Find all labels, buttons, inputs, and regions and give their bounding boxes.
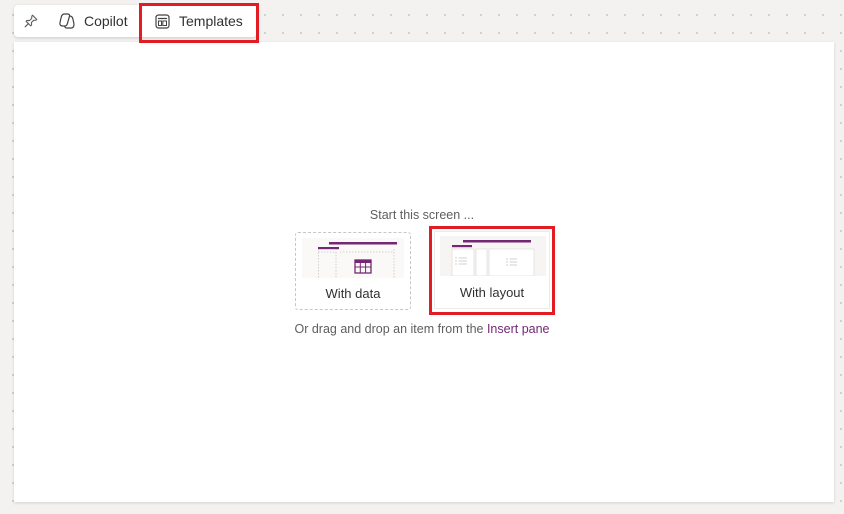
templates-button[interactable]: Templates [154,9,243,33]
insert-pane-link[interactable]: Insert pane [487,322,550,336]
with-data-thumbnail [302,238,404,278]
screen-canvas[interactable] [14,42,834,502]
copilot-icon [58,12,76,30]
with-layout-card[interactable]: With layout [434,231,550,309]
templates-label: Templates [179,13,243,29]
pin-icon[interactable] [22,12,40,30]
canvas-toolbar: Copilot Templates [14,5,257,37]
templates-icon [154,13,171,30]
insert-pane-hint: Or drag and drop an item from the Insert… [0,322,844,336]
copilot-button[interactable]: Copilot [58,9,128,33]
with-data-label: With data [325,286,381,301]
with-layout-label: With layout [459,285,525,300]
copilot-label: Copilot [84,13,128,29]
with-data-card[interactable]: With data [295,232,411,310]
with-layout-thumbnail [440,236,546,276]
start-screen-title: Start this screen ... [369,208,475,222]
insert-pane-hint-text: Or drag and drop an item from the [294,322,487,336]
